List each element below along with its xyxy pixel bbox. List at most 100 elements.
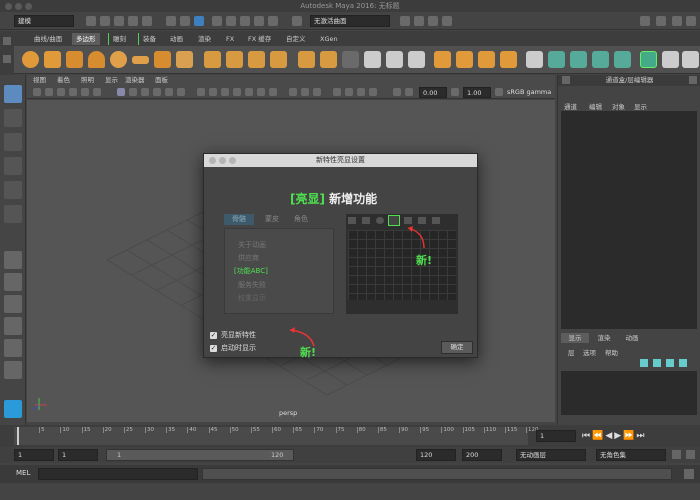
- gate-mask-icon[interactable]: [153, 88, 161, 96]
- resolution-gate-icon[interactable]: [141, 88, 149, 96]
- side-by-side-layout-icon[interactable]: [4, 295, 22, 313]
- layer-menu-options[interactable]: 选项: [583, 347, 596, 357]
- ok-button[interactable]: 确定: [441, 341, 473, 354]
- render-icon[interactable]: [400, 16, 410, 26]
- layer-tab-anim[interactable]: 动画: [619, 333, 645, 343]
- current-frame-field[interactable]: 1: [536, 430, 576, 442]
- poly-cone-icon[interactable]: [88, 51, 105, 68]
- end-time-field[interactable]: 200: [462, 449, 502, 461]
- move-layer-up-icon[interactable]: [666, 359, 674, 367]
- open-scene-icon[interactable]: [100, 16, 110, 26]
- minimize-window-button[interactable]: [15, 3, 22, 10]
- anti-aliasing-icon[interactable]: [313, 88, 321, 96]
- shelf-tab-custom[interactable]: 自定义: [282, 33, 310, 45]
- shelf-tab-rendering[interactable]: 渲染: [194, 33, 215, 45]
- soften-edge-icon[interactable]: [640, 51, 657, 68]
- shelf-tab-fx-caching[interactable]: FX 缓存: [244, 33, 275, 45]
- viewport-menu-view[interactable]: 视图: [33, 75, 46, 86]
- safe-action-icon[interactable]: [177, 88, 185, 96]
- target-weld-icon[interactable]: [500, 51, 517, 68]
- snap-curve-icon[interactable]: [226, 16, 236, 26]
- boolean-difference-icon[interactable]: [320, 51, 337, 68]
- layer-tab-render[interactable]: 渲染: [591, 333, 617, 343]
- viewport-menu-show[interactable]: 显示: [105, 75, 118, 86]
- create-layer-icon[interactable]: [640, 359, 648, 367]
- channel-box-list[interactable]: [561, 111, 697, 329]
- shelf-tab-fx[interactable]: FX: [222, 33, 238, 45]
- field-chart-icon[interactable]: [165, 88, 173, 96]
- color-management-icon[interactable]: [495, 88, 503, 96]
- dialog-zoom-button[interactable]: [229, 157, 236, 164]
- offset-edge-loop-icon[interactable]: [570, 51, 587, 68]
- play-forward-icon[interactable]: ▶: [614, 431, 623, 441]
- shadows-icon[interactable]: [269, 88, 277, 96]
- motion-blur-icon[interactable]: [301, 88, 309, 96]
- rotate-tool-icon[interactable]: [4, 181, 22, 199]
- channel-menu-edit[interactable]: 编辑: [589, 101, 602, 111]
- poly-sphere-icon[interactable]: [22, 51, 39, 68]
- x-ray-joints-icon[interactable]: [369, 88, 377, 96]
- channel-menu-channels[interactable]: 通道: [564, 101, 577, 111]
- go-to-start-icon[interactable]: ⏮: [582, 431, 592, 441]
- hypershade-icon[interactable]: [442, 16, 452, 26]
- gamma-icon[interactable]: [451, 88, 459, 96]
- combine-icon[interactable]: [204, 51, 221, 68]
- camera-attributes-icon[interactable]: [45, 88, 53, 96]
- bridge-icon[interactable]: [364, 51, 381, 68]
- select-tool-icon[interactable]: [4, 85, 22, 103]
- shelf-tab-xgen[interactable]: XGen: [316, 33, 342, 45]
- mirror-icon[interactable]: [248, 51, 265, 68]
- step-back-key-icon[interactable]: ⏪: [592, 431, 605, 441]
- merge-icon[interactable]: [478, 51, 495, 68]
- platonic-solid-icon[interactable]: [176, 51, 193, 68]
- poly-cube-icon[interactable]: [44, 51, 61, 68]
- history-icon[interactable]: [292, 16, 302, 26]
- shelf-tab-polygons[interactable]: 多边形: [72, 33, 100, 45]
- shelf-tab-animation[interactable]: 动画: [166, 33, 187, 45]
- camera-lock-icon[interactable]: [393, 88, 401, 96]
- current-time-indicator[interactable]: [17, 427, 19, 445]
- show-at-startup-checkbox[interactable]: ✓: [210, 345, 217, 352]
- image-plane-icon[interactable]: [69, 88, 77, 96]
- tool-settings-icon[interactable]: [672, 16, 682, 26]
- extrude-icon[interactable]: [408, 51, 425, 68]
- sidebar-toggle-icon[interactable]: [640, 16, 650, 26]
- viewport-menu-panels[interactable]: 面板: [155, 75, 168, 86]
- gamma-field[interactable]: 1.00: [463, 87, 491, 98]
- play-back-icon[interactable]: ◀: [605, 431, 614, 441]
- go-to-end-icon[interactable]: ⏭: [636, 431, 646, 441]
- multi-cut-icon[interactable]: [526, 51, 543, 68]
- dialog-close-button[interactable]: [209, 157, 216, 164]
- close-window-button[interactable]: [5, 3, 12, 10]
- mel-input[interactable]: [38, 468, 198, 480]
- range-slider-bar[interactable]: 1 120: [106, 449, 294, 461]
- select-by-component-icon[interactable]: [194, 16, 204, 26]
- film-gate-icon[interactable]: [129, 88, 137, 96]
- viewport-menu-lighting[interactable]: 照明: [81, 75, 94, 86]
- grid-icon[interactable]: [117, 88, 125, 96]
- isolate-select-icon[interactable]: [333, 88, 341, 96]
- select-by-hierarchy-icon[interactable]: [166, 16, 176, 26]
- create-layer-selected-icon[interactable]: [653, 359, 661, 367]
- wireframe-icon[interactable]: [197, 88, 205, 96]
- wireframe-on-shaded-icon[interactable]: [233, 88, 241, 96]
- exposure-field[interactable]: 0.00: [419, 87, 447, 98]
- undo-icon[interactable]: [128, 16, 138, 26]
- snap-view-plane-icon[interactable]: [254, 16, 264, 26]
- uv-editor-icon[interactable]: [614, 51, 631, 68]
- select-by-object-icon[interactable]: [180, 16, 190, 26]
- shelf-tab-curves-surfaces[interactable]: 曲线/曲面: [30, 33, 66, 45]
- layer-menu-help[interactable]: 帮助: [605, 347, 618, 357]
- menu-set-dropdown[interactable]: 建模: [14, 15, 74, 27]
- highlight-new-checkbox[interactable]: ✓: [210, 332, 217, 339]
- snap-point-icon[interactable]: [240, 16, 250, 26]
- persp-graph-layout-icon[interactable]: [4, 339, 22, 357]
- step-forward-key-icon[interactable]: ⏩: [623, 431, 636, 441]
- persp-outliner-layout-icon[interactable]: [4, 317, 22, 335]
- layer-tab-display[interactable]: 显示: [561, 333, 589, 343]
- use-all-lights-icon[interactable]: [257, 88, 265, 96]
- bevel-icon[interactable]: [386, 51, 403, 68]
- select-camera-icon[interactable]: [33, 88, 41, 96]
- fill-hole-icon[interactable]: [456, 51, 473, 68]
- smooth-icon[interactable]: [270, 51, 287, 68]
